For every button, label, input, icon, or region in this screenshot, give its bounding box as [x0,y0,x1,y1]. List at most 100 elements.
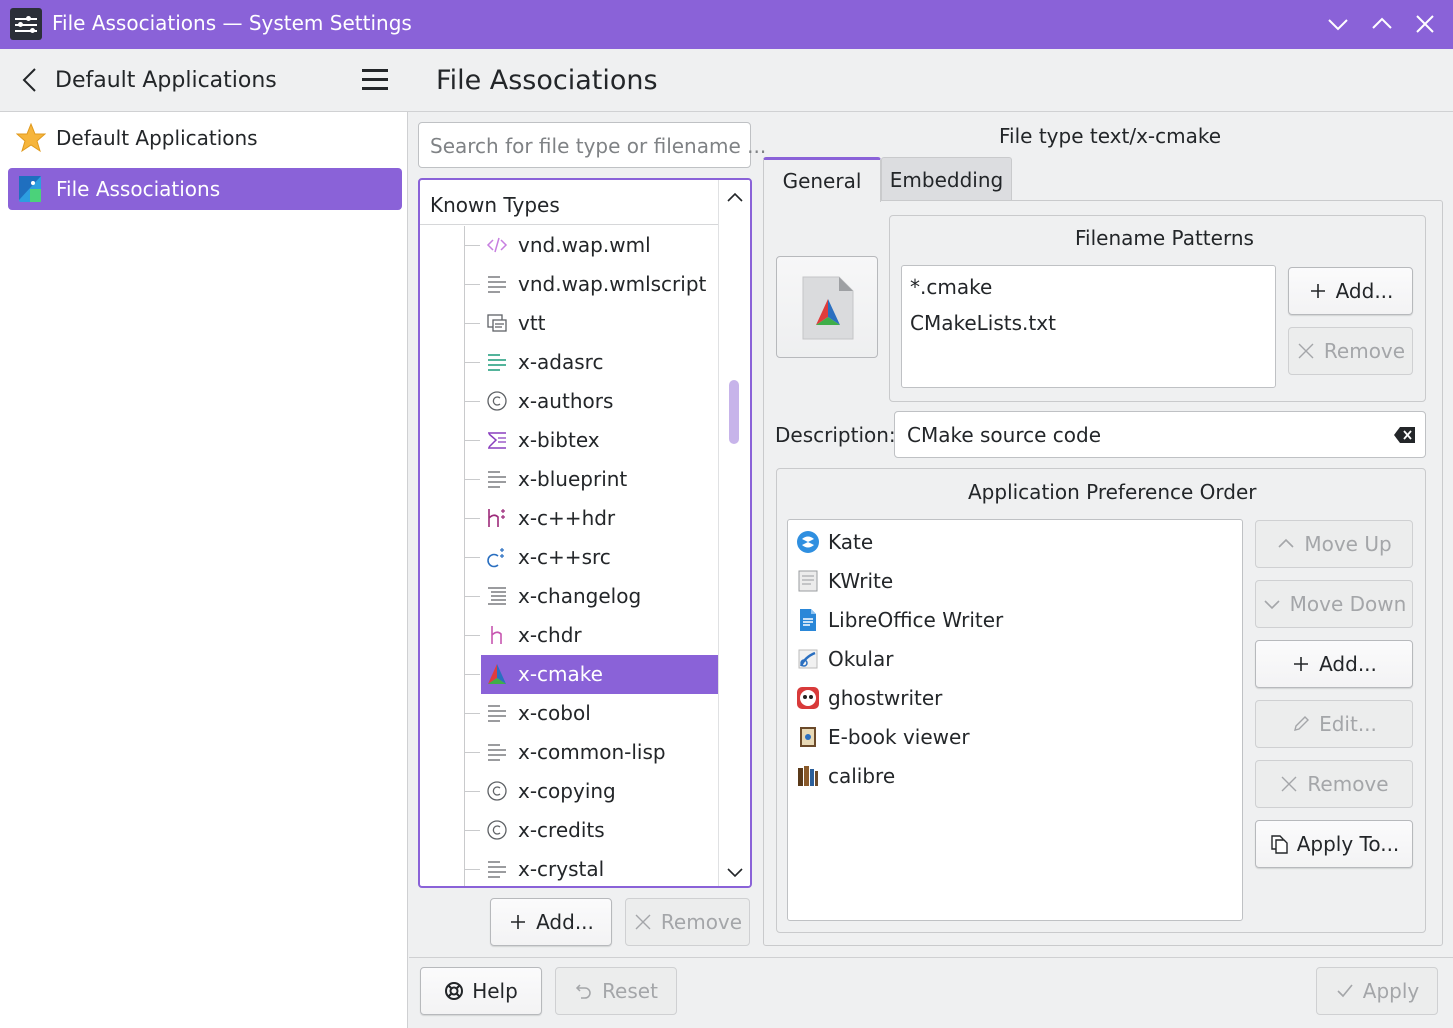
tab-general[interactable]: General [763,157,881,202]
sidebar-item-file-associations[interactable]: File Associations [8,168,402,210]
close-button[interactable] [1409,8,1441,40]
tree-item-label: x-authors [518,389,614,413]
scroll-up-icon[interactable] [725,188,745,208]
button-label: Reset [602,979,658,1003]
lifebuoy-icon [445,982,464,1000]
tree-item-x-copying[interactable]: x-copying [420,772,718,811]
app-label: KWrite [828,569,894,593]
tree-item-label: vnd.wap.wmlscript [518,272,707,296]
tab-label: General [782,169,862,193]
app-label: Kate [828,530,874,554]
button-label: Move Up [1304,532,1392,556]
tree-item-x-cpp-src[interactable]: x-c++src [420,538,718,577]
chevron-up-icon [1372,17,1392,29]
scroll-down-icon[interactable] [725,862,745,882]
add-pattern-button[interactable]: Add... [1288,267,1413,315]
tree-scrollbar[interactable] [718,180,750,886]
app-item-calibre[interactable]: calibre [794,756,1244,795]
tree-item-x-crystal[interactable]: x-crystal [420,850,718,886]
app-item-kwrite[interactable]: KWrite [794,561,1244,600]
maximize-button[interactable] [1366,8,1398,40]
edit-application-button[interactable]: Edit... [1255,700,1413,748]
help-button[interactable]: Help [420,967,542,1015]
ghostwriter-icon [797,687,819,709]
sidebar-header: Default Applications [0,49,408,112]
file-type-icon-button[interactable] [776,256,878,358]
add-application-button[interactable]: Add... [1255,640,1413,688]
tree-item-x-credits[interactable]: x-credits [420,811,718,850]
page-title: File Associations [436,65,658,96]
tree-item-x-blueprint[interactable]: x-blueprint [420,460,718,499]
tree-item-label: x-copying [518,779,616,803]
tree-item-x-bibtex[interactable]: x-bibtex [420,421,718,460]
file-associations-icon [19,176,41,202]
tree-item-x-common-lisp[interactable]: x-common-lisp [420,733,718,772]
cpp-source-icon [487,548,504,568]
move-down-button[interactable]: Move Down [1255,580,1413,628]
app-label: LibreOffice Writer [828,608,1004,632]
back-button[interactable] [18,67,42,93]
application-list[interactable]: Kate KWrite LibreOffice Writer Okular gh… [787,519,1243,921]
chevron-up-icon [1278,538,1294,548]
text-icon [488,471,506,488]
tree-item-x-cobol[interactable]: x-cobol [420,694,718,733]
tree-item-x-chdr[interactable]: x-chdr [420,616,718,655]
tab-embedding[interactable]: Embedding [881,157,1012,202]
code-icon [486,237,508,253]
filename-patterns-title: Filename Patterns [1075,226,1254,250]
tree-item-x-authors[interactable]: x-authors [420,382,718,421]
checkmark-icon [1337,984,1353,998]
app-item-ebook-viewer[interactable]: E-book viewer [794,717,1244,756]
title-bar: File Associations — System Settings [0,0,1453,49]
scrollbar-thumb[interactable] [729,380,739,444]
copyright-icon [487,391,507,411]
app-item-ghostwriter[interactable]: ghostwriter [794,678,1244,717]
button-label: Add... [1335,279,1394,303]
pattern-item[interactable]: *.cmake [910,275,992,299]
tree-item-label: x-c++src [518,545,611,569]
cmake-icon [488,664,506,684]
tree-item-x-cmake[interactable]: x-cmake [420,655,718,694]
tree-header-label: Known Types [430,193,560,217]
tree-item-x-cpp-hdr[interactable]: x-c++hdr [420,499,718,538]
apply-to-button[interactable]: Apply To... [1255,820,1413,868]
clear-text-icon[interactable] [1393,425,1417,445]
reset-button[interactable]: Reset [555,967,677,1015]
remove-application-button[interactable]: Remove [1255,760,1413,808]
apply-button[interactable]: Apply [1316,967,1438,1015]
search-placeholder: Search for file type or filename ... [430,134,767,158]
app-item-kate[interactable]: Kate [794,522,1244,561]
tree-item-vnd-wap-wml[interactable]: vnd.wap.wml [420,226,718,265]
search-input[interactable]: Search for file type or filename ... [418,122,766,168]
pattern-item[interactable]: CMakeLists.txt [910,311,1056,335]
add-type-button[interactable]: Add... [490,898,612,946]
minimize-button[interactable] [1322,8,1354,40]
tree-item-x-changelog[interactable]: x-changelog [420,577,718,616]
chevron-down-icon [1264,600,1280,610]
calibre-icon [798,766,818,786]
app-item-libreoffice-writer[interactable]: LibreOffice Writer [794,600,1244,639]
window-title: File Associations — System Settings [52,11,412,35]
chevron-down-icon [1328,19,1348,31]
tree-item-label: x-chdr [518,623,582,647]
button-label: Remove [1307,772,1389,796]
filename-patterns-list[interactable]: *.cmake CMakeLists.txt [901,265,1276,388]
tree-item-vnd-wap-wmlscript[interactable]: vnd.wap.wmlscript [420,265,718,304]
move-up-button[interactable]: Move Up [1255,520,1413,568]
chevron-left-icon [22,68,36,92]
remove-pattern-button[interactable]: Remove [1288,327,1413,375]
tree-item-vtt[interactable]: vtt [420,304,718,343]
sidebar-item-default-applications[interactable]: Default Applications [8,117,402,159]
kate-icon [797,531,819,553]
close-icon [1298,343,1314,359]
hamburger-menu-button[interactable] [362,69,388,91]
button-label: Edit... [1319,712,1377,736]
tree-header: Known Types [420,180,718,225]
app-label: Okular [828,647,894,671]
pencil-icon [1294,716,1310,731]
description-field[interactable]: CMake source code [894,411,1426,458]
known-types-tree[interactable]: Known Types vnd.wap.wml vnd.wap.wmlscrip… [418,178,752,888]
remove-type-button[interactable]: Remove [625,898,750,946]
tree-item-x-adasrc[interactable]: x-adasrc [420,343,718,382]
app-item-okular[interactable]: Okular [794,639,1244,678]
